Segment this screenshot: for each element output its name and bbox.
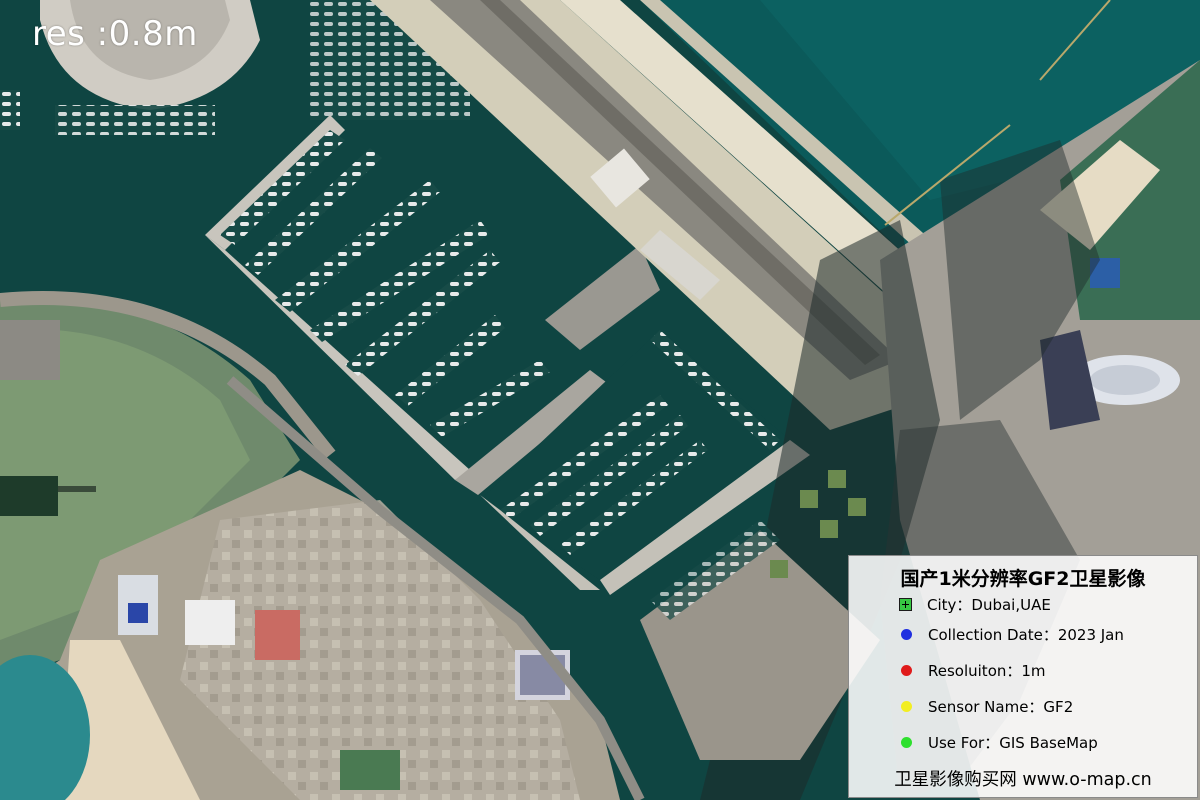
legend-item-city: City：Dubai,UAE: [899, 594, 1051, 614]
legend-footer: 卫星影像购买网 www.o-map.cn: [894, 770, 1152, 790]
legend-item-use: Use For：GIS BaseMap: [899, 732, 1098, 752]
legend-item-date: Collection Date：2023 Jan: [899, 624, 1124, 644]
legend-panel: 国产1米分辨率GF2卫星影像 City：Dubai,UAE Collection…: [848, 555, 1198, 798]
resolution-label: res :0.8m: [32, 14, 198, 54]
yellow-dot-icon: [901, 700, 912, 712]
satellite-image: res :0.8m 国产1米分辨率GF2卫星影像 City：Dubai,UAE …: [0, 0, 1200, 800]
city-icon: [899, 597, 912, 611]
legend-item-sensor: Sensor Name：GF2: [899, 696, 1073, 716]
red-dot-icon: [901, 664, 912, 676]
green-dot-icon: [901, 736, 912, 748]
legend-title: 国产1米分辨率GF2卫星影像: [900, 568, 1146, 590]
blue-dot-icon: [901, 628, 912, 640]
legend-item-resolution: Resoluiton：1m: [899, 660, 1046, 680]
